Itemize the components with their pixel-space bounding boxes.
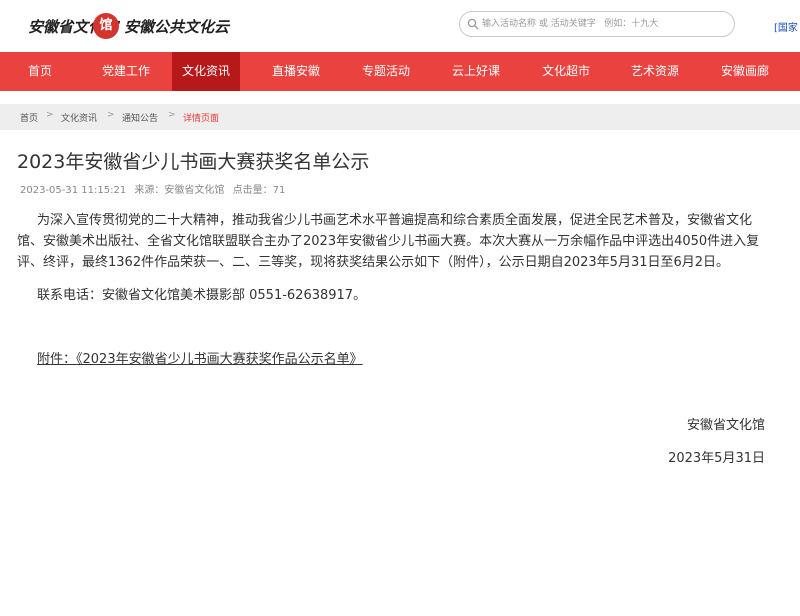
page-title: 2023年安徽省少儿书画大赛获奖名单公示 <box>17 151 370 173</box>
main-nav: 首页 党建工作 文化资讯 直播安徽 专题活动 云上好课 文化超市 艺术资源 安徽… <box>0 52 800 91</box>
breadcrumb-item-culture-news[interactable]: 文化资讯 <box>61 111 97 124</box>
nav-item-culture-news[interactable]: 文化资讯 <box>172 52 240 91</box>
logo-anhui-public-culture-cloud[interactable]: 安徽公共文化云 <box>124 16 229 37</box>
search-input[interactable] <box>482 15 727 33</box>
breadcrumb-item-home[interactable]: 首页 <box>20 111 38 124</box>
attachment-link[interactable]: 附件：《2023年安徽省少儿书画大赛获奖作品公示名单》 <box>37 348 363 367</box>
breadcrumb-item-notices[interactable]: 通知公告 <box>122 111 158 124</box>
nav-item-live-anhui[interactable]: 直播安徽 <box>240 52 352 91</box>
article-clicks: 点击量：71 <box>232 185 286 196</box>
logo-seal-icon: 馆 <box>93 13 119 39</box>
article-source: 来源：安徽省文化馆 <box>134 185 225 196</box>
signature-organization: 安徽省文化馆 <box>686 418 765 433</box>
breadcrumb-separator: > <box>46 110 54 120</box>
article-date: 2023-05-31 11:15:21 <box>20 185 127 196</box>
nav-item-home[interactable]: 首页 <box>0 52 80 91</box>
nav-item-special-events[interactable]: 专题活动 <box>352 52 420 91</box>
search-box <box>459 11 735 37</box>
site-header: 安徽省文化馆 馆 安徽公共文化云 [国家 <box>0 0 800 52</box>
nav-item-art-resources[interactable]: 艺术资源 <box>600 52 710 91</box>
article-contact: 联系电话：安徽省文化馆美术摄影部 0551-62638917。 <box>37 288 367 303</box>
signature-date: 2023年5月31日 <box>668 451 765 466</box>
top-right-link[interactable]: [国家 <box>774 19 798 34</box>
breadcrumb: 首页 > 文化资讯 > 通知公告 > 详情页面 <box>0 104 800 130</box>
nav-item-anhui-gallery[interactable]: 安徽画廊 <box>710 52 780 91</box>
article-meta: 2023-05-31 11:15:21 来源：安徽省文化馆 点击量：71 <box>20 181 290 196</box>
nav-item-cloud-courses[interactable]: 云上好课 <box>420 52 532 91</box>
breadcrumb-separator: > <box>168 110 176 120</box>
breadcrumb-separator: > <box>107 110 115 120</box>
nav-item-culture-market[interactable]: 文化超市 <box>532 52 600 91</box>
nav-item-party-work[interactable]: 党建工作 <box>80 52 172 91</box>
article-body: 为深入宣传贯彻党的二十大精神，推动我省少儿书画艺术水平普遍提高和综合素质全面发展… <box>17 213 760 270</box>
search-icon[interactable] <box>467 18 479 30</box>
breadcrumb-item-current: 详情页面 <box>183 114 220 124</box>
